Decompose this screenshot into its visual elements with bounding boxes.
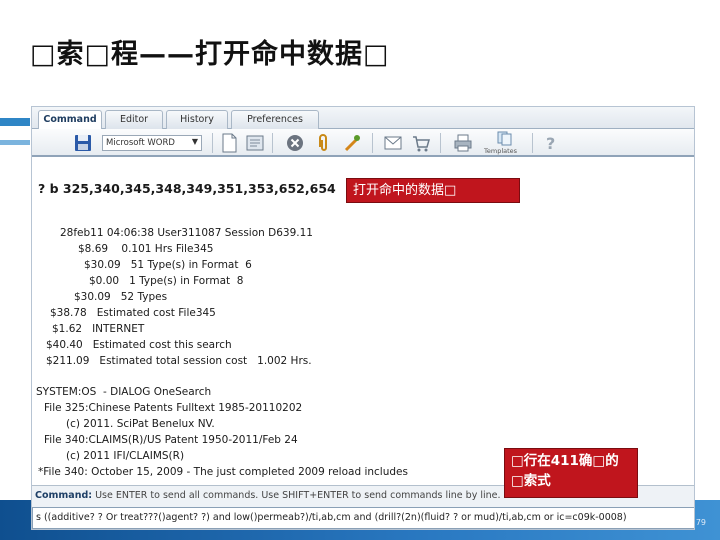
cart-icon[interactable] (410, 132, 432, 154)
print-preview-icon[interactable] (244, 132, 266, 154)
slide-title: □索□程——打开命中数据□ (30, 39, 390, 70)
format-select-value: Microsoft WORD (106, 138, 175, 148)
toolbar-separator (440, 133, 441, 153)
output-line: $38.78 Estimated cost File345 (50, 307, 216, 319)
output-area: ? b 325,340,345,348,349,351,353,652,654 … (36, 159, 692, 481)
status-text: Use ENTER to send all commands. Use SHIF… (92, 490, 501, 501)
page-number: 79 (695, 518, 706, 527)
output-line: $30.09 51 Type(s) in Format 6 (84, 259, 252, 271)
tab-preferences[interactable]: Preferences (231, 110, 319, 129)
tools-icon[interactable] (342, 132, 364, 154)
output-line: $30.09 52 Types (74, 291, 168, 303)
printer-icon[interactable] (452, 132, 474, 154)
help-icon[interactable]: ? (540, 132, 562, 154)
tab-command[interactable]: Command (38, 110, 102, 130)
toolbar-separator (212, 133, 213, 153)
output-line: $1.62 INTERNET (52, 323, 145, 335)
svg-text:?: ? (546, 134, 555, 153)
output-line: $0.00 1 Type(s) in Format 8 (89, 275, 244, 287)
output-line: File 340:CLAIMS(R)/US Patent 1950-2011/F… (44, 434, 298, 446)
output-line: $40.40 Estimated cost this search (46, 339, 232, 351)
command-line: ? b 325,340,345,348,349,351,353,652,654 (38, 181, 336, 196)
chevron-down-icon: ▼ (191, 137, 198, 146)
output-line: File 325:Chinese Patents Fulltext 1985-2… (44, 402, 303, 414)
decorative-bar (0, 118, 30, 126)
toolbar: Microsoft WORD ▼ Templates ? (32, 129, 694, 157)
format-select[interactable]: Microsoft WORD ▼ (102, 135, 202, 151)
output-line: (c) 2011. SciPat Benelux NV. (66, 418, 215, 430)
status-prefix: Command: (35, 490, 93, 501)
output-line: *File 340: October 15, 2009 - The just c… (38, 466, 408, 478)
cancel-icon[interactable] (284, 132, 306, 154)
save-icon[interactable] (72, 132, 94, 154)
callout-existing-query: □行在411确□的□索式 (504, 448, 638, 498)
toolbar-separator (272, 133, 273, 153)
tab-bar: Command Editor History Preferences (32, 107, 694, 130)
output-line: $211.09 Estimated total session cost 1.0… (46, 355, 312, 367)
mail-icon[interactable] (382, 132, 404, 154)
toolbar-separator (532, 133, 533, 153)
output-line: 28feb11 04:06:38 User311087 Session D639… (60, 227, 313, 239)
attach-icon[interactable] (312, 132, 334, 154)
templates-label: Templates (484, 147, 518, 155)
output-line: (c) 2011 IFI/CLAIMS(R) (66, 450, 185, 462)
decorative-bar (0, 140, 30, 145)
output-line: SYSTEM:OS - DIALOG OneSearch (36, 386, 212, 398)
tab-history[interactable]: History (166, 110, 228, 129)
callout-open-hit-data: 打开命中的数据□ (346, 178, 520, 203)
toolbar-separator (372, 133, 373, 153)
new-document-icon[interactable] (218, 132, 240, 154)
output-line: $8.69 0.101 Hrs File345 (78, 243, 214, 255)
tab-editor[interactable]: Editor (105, 110, 163, 129)
command-input[interactable]: s ((additive? ? Or treat???()agent? ?) a… (32, 507, 694, 529)
